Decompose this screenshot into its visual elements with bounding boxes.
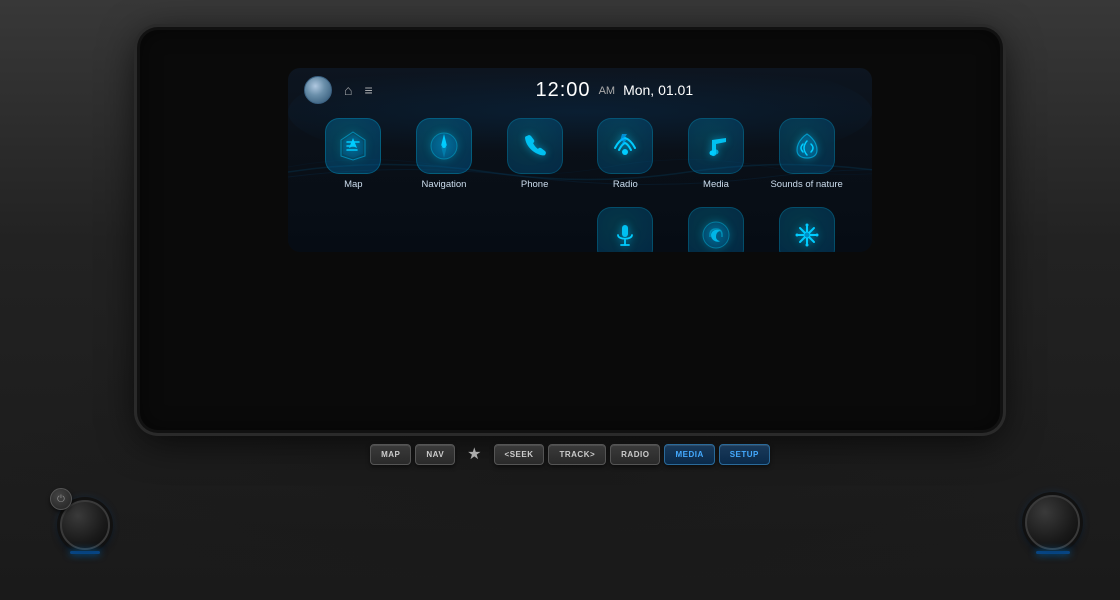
media-icon-wrap xyxy=(688,118,744,174)
nature-label: Sounds of nature xyxy=(770,179,842,191)
infotainment-screen: ⌂ ≡ 12:00 AM Mon, 01.01 xyxy=(288,68,872,252)
navigation-label: Navigation xyxy=(422,179,467,191)
screen-header: ⌂ ≡ 12:00 AM Mon, 01.01 xyxy=(288,68,872,108)
map-label: Map xyxy=(344,179,362,191)
radio-icon-wrap xyxy=(597,118,653,174)
nature-icon-wrap xyxy=(779,118,835,174)
car-interior: ⌂ ≡ 12:00 AM Mon, 01.01 xyxy=(0,0,1120,600)
clock-time: 12:00 xyxy=(536,79,591,102)
clock-ampm: AM xyxy=(599,85,616,97)
app-grid: Map Navigation xyxy=(288,108,872,252)
quiet-icon-wrap xyxy=(688,207,744,252)
setup-button[interactable]: SETUP xyxy=(719,444,770,465)
nav-icon-wrap xyxy=(416,118,472,174)
clock-date: Mon, 01.01 xyxy=(623,82,693,98)
map-icon-wrap xyxy=(325,118,381,174)
right-tune-knob[interactable] xyxy=(1025,495,1080,550)
status-circle xyxy=(304,76,332,104)
app-sounds-of-nature[interactable]: Sounds of nature xyxy=(761,112,852,197)
seek-back-button[interactable]: <SEEK xyxy=(494,444,545,465)
climate-icon-wrap xyxy=(779,207,835,252)
media-label: Media xyxy=(703,179,729,191)
app-phone[interactable]: Phone xyxy=(489,112,580,197)
app-map[interactable]: Map xyxy=(308,112,399,197)
menu-icon[interactable]: ≡ xyxy=(364,82,372,98)
phone-label: Phone xyxy=(521,179,548,191)
radio-label: Radio xyxy=(613,179,638,191)
media-button[interactable]: MEDIA xyxy=(664,444,714,465)
header-icons: ⌂ ≡ xyxy=(344,82,373,98)
screen-bezel: ⌂ ≡ 12:00 AM Mon, 01.01 xyxy=(140,30,1000,430)
app-radio[interactable]: Radio xyxy=(580,112,671,197)
app-quiet-mode[interactable]: Quiet mode xyxy=(671,201,762,252)
app-voice-memo[interactable]: Voice memo xyxy=(580,201,671,252)
clock-area: 12:00 AM Mon, 01.01 xyxy=(373,79,856,102)
app-media[interactable]: Media xyxy=(671,112,762,197)
home-icon[interactable]: ⌂ xyxy=(344,82,352,98)
app-climate[interactable]: Climate xyxy=(761,201,852,252)
track-button[interactable]: TRACK> xyxy=(548,444,606,465)
phone-icon-wrap xyxy=(507,118,563,174)
power-button[interactable] xyxy=(50,488,72,510)
voice-icon-wrap xyxy=(597,207,653,252)
app-navigation[interactable]: Navigation xyxy=(399,112,490,197)
radio-button[interactable]: RADIO xyxy=(610,444,660,465)
nav-button[interactable]: NAV xyxy=(415,444,455,465)
physical-controls: MAP NAV ★ <SEEK TRACK> RADIO MEDIA SETUP xyxy=(140,440,1000,560)
map-button[interactable]: MAP xyxy=(370,444,411,465)
favorite-button[interactable]: ★ xyxy=(459,440,489,468)
button-row-top: MAP NAV ★ <SEEK TRACK> RADIO MEDIA SETUP xyxy=(370,440,770,468)
